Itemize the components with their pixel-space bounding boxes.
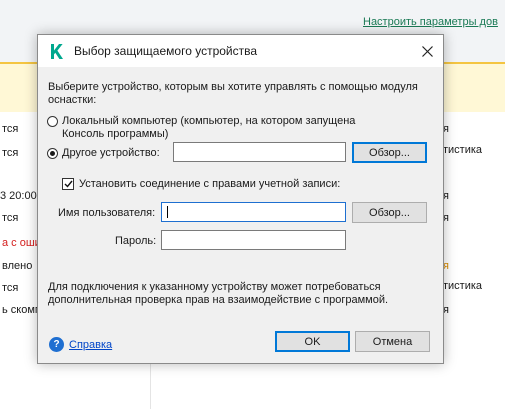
configure-settings-link[interactable]: Настроить параметры дов xyxy=(363,16,498,28)
checkmark-icon xyxy=(64,180,73,188)
background-status-text: тся xyxy=(2,147,19,159)
help-icon[interactable]: ? xyxy=(49,337,64,352)
help-link[interactable]: Справка xyxy=(69,339,112,351)
background-status-text: тся xyxy=(2,282,19,294)
dialog-title: Выбор защищаемого устройства xyxy=(74,44,258,58)
checkbox-checked[interactable] xyxy=(62,178,74,190)
kaspersky-logo-icon xyxy=(51,44,63,59)
radio-button-checked[interactable] xyxy=(47,148,58,159)
background-right-text: тистика xyxy=(443,280,483,292)
radio-local-computer[interactable]: Локальный компьютер (компьютер, на котор… xyxy=(47,115,387,141)
background-status-text: влено xyxy=(2,260,33,272)
close-button[interactable] xyxy=(411,35,443,67)
background-status-text: ь скомп xyxy=(2,304,41,316)
help-link-group[interactable]: ? Справка xyxy=(49,337,112,352)
permission-note: Для подключения к указанному устройству … xyxy=(48,281,389,306)
radio-button-unchecked[interactable] xyxy=(47,116,58,127)
background-error-text: а с оши xyxy=(2,237,41,249)
password-input[interactable] xyxy=(161,230,346,250)
device-name-input[interactable] xyxy=(173,142,346,162)
browse-device-button[interactable]: Обзор... xyxy=(352,142,427,163)
close-icon xyxy=(421,45,433,57)
username-input[interactable] xyxy=(161,202,346,222)
background-status-text: тся xyxy=(2,123,19,135)
dialog-titlebar[interactable]: Выбор защищаемого устройства xyxy=(38,35,443,67)
password-label: Пароль: xyxy=(115,235,157,247)
radio-other-device[interactable]: Другое устройство: xyxy=(47,147,160,160)
dialog-description: Выберите устройство, которым вы хотите у… xyxy=(48,81,418,106)
cancel-button[interactable]: Отмена xyxy=(355,331,430,352)
username-label: Имя пользователя: xyxy=(58,207,156,219)
background-right-text: тистика xyxy=(443,144,483,156)
browse-user-button[interactable]: Обзор... xyxy=(352,202,427,223)
select-protected-device-dialog: Выбор защищаемого устройства Выберите ус… xyxy=(37,34,444,364)
checkbox-label: Установить соединение с правами учетной … xyxy=(79,178,341,190)
ok-button[interactable]: OK xyxy=(275,331,350,352)
text-caret xyxy=(167,206,168,218)
use-account-credentials-checkbox[interactable]: Установить соединение с правами учетной … xyxy=(62,178,340,190)
background-status-text: тся xyxy=(2,212,19,224)
radio-local-label: Локальный компьютер (компьютер, на котор… xyxy=(62,115,356,140)
radio-other-label: Другое устройство: xyxy=(62,147,160,159)
background-time-text: 3 20:00 xyxy=(0,190,37,202)
